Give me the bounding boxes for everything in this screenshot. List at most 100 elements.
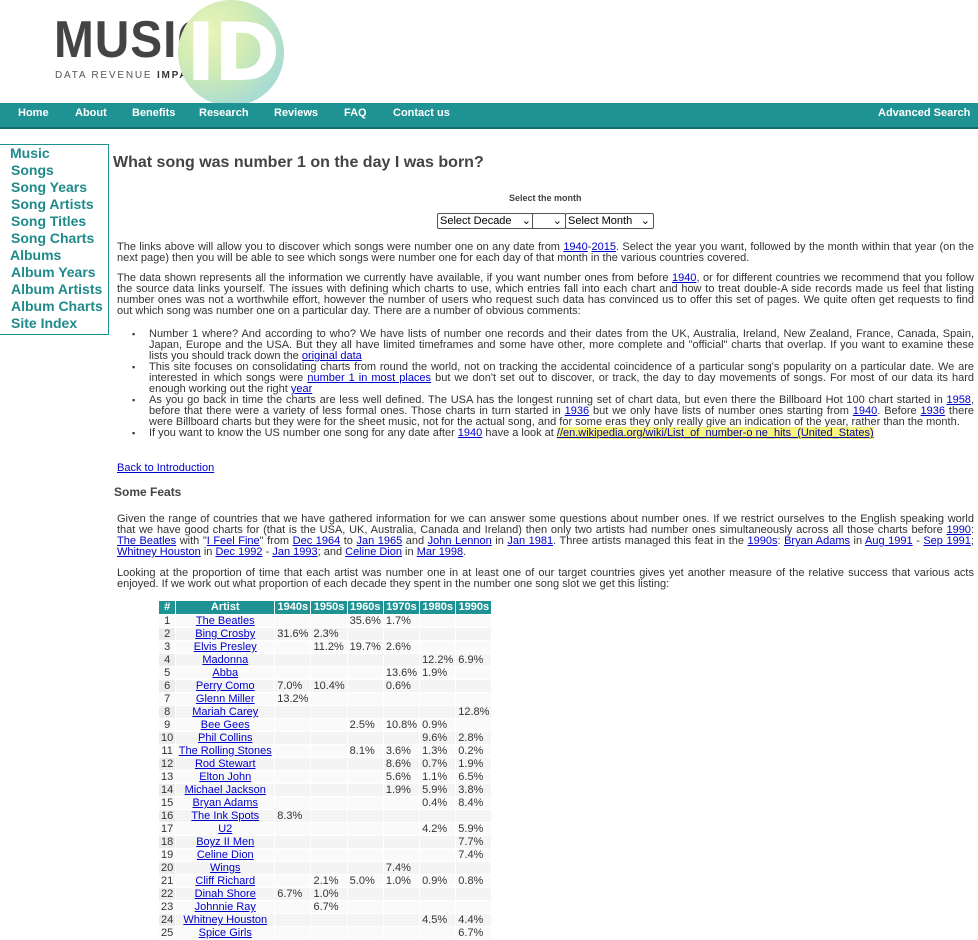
decade-select[interactable]: Select Decade ⌄ [437,213,535,229]
decade-share-cell: 7.4% [382,861,421,875]
link-1940[interactable]: 1940 [458,427,482,439]
decade-share-cell [310,913,348,927]
decade-share-cell: 0.8% [455,874,493,888]
decade-share-cell [346,822,384,836]
artist-link[interactable]: Mariah Carey [192,706,258,718]
nav-reviews[interactable]: Reviews [274,107,318,119]
decade-share-cell [346,835,384,849]
link-jan-1981[interactable]: Jan 1981 [507,535,553,547]
sidebar-item-album-charts[interactable]: Album Charts [11,298,108,315]
rank-cell: 15 [157,796,177,810]
artist-link[interactable]: U2 [218,823,232,835]
artist-cell: Dinah Shore [175,887,276,901]
artist-link[interactable]: Wings [210,862,241,874]
feats-heading: Some Feats [114,485,182,499]
nav-about[interactable]: About [75,107,107,119]
decade-share-cell [455,809,493,823]
artist-link[interactable]: Bing Crosby [195,628,255,640]
sidebar-item-album-years[interactable]: Album Years [11,264,108,281]
link-bryan-adams[interactable]: Bryan Adams [784,535,850,547]
artist-cell: Glenn Miller [175,692,276,706]
link-1990s[interactable]: 1990s [748,535,778,547]
sidebar-item-albums[interactable]: Albums [10,247,108,264]
link-number-1-most-places[interactable]: number 1 in most places [307,372,431,384]
link-mar-1998[interactable]: Mar 1998 [417,546,463,558]
decade-share-cell [274,861,312,875]
decade-select-value: Select Decade [440,215,512,227]
main-nav: Home About Benefits Research Reviews FAQ… [0,103,978,129]
artist-link[interactable]: Phil Collins [198,732,252,744]
decade-share-cell [382,848,421,862]
artist-link[interactable]: Johnnie Ray [195,901,256,913]
logo-id-mark[interactable]: ID [186,6,280,99]
text: Number 1 where? And according to who? We… [149,328,974,362]
sidebar-item-music[interactable]: Music [10,145,108,162]
nav-home[interactable]: Home [18,107,49,119]
artist-link[interactable]: Bee Gees [201,719,250,731]
comments-list: Number 1 where? And according to who? We… [132,329,974,439]
sidebar-item-song-artists[interactable]: Song Artists [11,196,108,213]
decade-share-cell [455,692,493,706]
artist-cell: Perry Como [175,679,276,693]
decade-share-cell [346,887,384,901]
year-select[interactable]: ⌄ [532,213,566,229]
artist-link[interactable]: The Beatles [196,615,255,627]
artist-link[interactable]: Spice Girls [199,927,252,939]
artist-link[interactable]: Boyz II Men [196,836,254,848]
decade-share-cell: 6.7% [455,926,493,940]
text: ; [970,535,974,547]
artist-link[interactable]: Rod Stewart [195,758,256,770]
artist-link[interactable]: Elton John [199,771,251,783]
sidebar-item-song-years[interactable]: Song Years [11,179,108,196]
link-sep-1991[interactable]: Sep 1991 [923,535,971,547]
decade-share-cell [310,718,348,732]
link-whitney-houston[interactable]: Whitney Houston [117,546,201,558]
link-dec-1992[interactable]: Dec 1992 [215,546,262,558]
sidebar-item-song-charts[interactable]: Song Charts [11,230,108,247]
decade-share-cell [346,770,384,784]
artist-link[interactable]: Dinah Shore [195,888,256,900]
sidebar-item-album-artists[interactable]: Album Artists [11,281,108,298]
nav-advanced-search[interactable]: Advanced Search [878,107,970,119]
decade-share-cell: 9.6% [419,731,457,745]
link-jan-1993[interactable]: Jan 1993 [272,546,317,558]
rank-cell: 24 [157,913,177,927]
artist-link[interactable]: Glenn Miller [196,693,255,705]
rank-cell: 22 [157,887,177,901]
artist-link[interactable]: Perry Como [196,680,255,692]
nav-benefits[interactable]: Benefits [132,107,175,119]
sidebar-item-song-titles[interactable]: Song Titles [11,213,108,230]
artist-link[interactable]: Celine Dion [197,849,254,861]
nav-faq[interactable]: FAQ [344,107,367,119]
list-item: This site focuses on consolidating chart… [132,362,974,395]
link-aug-1991[interactable]: Aug 1991 [865,535,913,547]
month-select[interactable]: Select Month ⌄ [565,213,654,229]
artist-cell: Madonna [175,653,276,667]
artist-cell: Abba [175,666,276,680]
nav-research[interactable]: Research [199,107,249,119]
artist-link[interactable]: Elvis Presley [194,641,257,653]
decade-share-cell: 2.3% [310,627,348,641]
rank-cell: 9 [157,718,177,732]
artist-link[interactable]: Madonna [202,654,248,666]
table-row: 25 Spice Girls 6.7% [157,926,493,940]
artist-link[interactable]: Whitney Houston [183,914,267,926]
artist-link[interactable]: Bryan Adams [193,797,258,809]
back-to-introduction-link[interactable]: Back to Introduction [117,462,214,474]
text: Given the range of countries that we hav… [117,513,974,536]
artist-link[interactable]: Michael Jackson [185,784,266,796]
table-row: 19 Celine Dion 7.4% [157,848,493,862]
artist-link[interactable]: Abba [212,667,238,679]
rank-cell: 23 [157,900,177,914]
artist-link[interactable]: Cliff Richard [195,875,255,887]
artist-link[interactable]: The Ink Spots [191,810,259,822]
artist-link[interactable]: The Rolling Stones [179,745,272,757]
sidebar-item-songs[interactable]: Songs [11,162,108,179]
sidebar-item-site-index[interactable]: Site Index [11,315,108,332]
nav-contact[interactable]: Contact us [393,107,450,119]
decade-share-cell [310,731,348,745]
link-wikipedia[interactable]: //en.wikipedia.org/wiki/List_of_number-o… [556,427,874,439]
link-celine-dion[interactable]: Celine Dion [345,546,402,558]
table-row: 20 Wings 7.4% [157,861,493,875]
intro-paragraph-2: The data shown represents all the inform… [117,273,974,317]
